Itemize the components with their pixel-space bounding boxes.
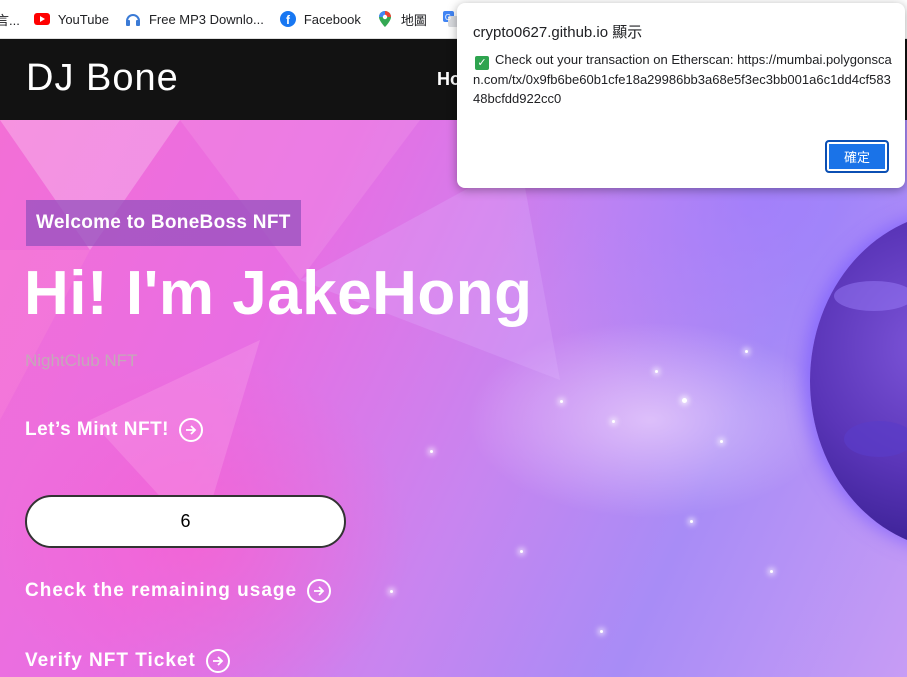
mint-nft-label: Let’s Mint NFT!: [25, 419, 169, 440]
mint-nft-link[interactable]: Let’s Mint NFT!: [25, 418, 203, 442]
bookmark-item-youtube[interactable]: YouTube: [33, 0, 109, 38]
mint-quantity-input[interactable]: [25, 495, 346, 548]
star: [770, 570, 773, 573]
hero-headline: Hi! I'm JakeHong: [24, 259, 533, 328]
bookmark-item-maps[interactable]: 地圖: [377, 0, 427, 38]
bookmark-item-1[interactable]: 言...: [0, 0, 20, 38]
brand-logo[interactable]: DJ Bone: [26, 57, 179, 100]
star: [720, 440, 723, 443]
hero-section: Welcome to BoneBoss NFT Hi! I'm JakeHong…: [0, 120, 907, 677]
welcome-badge: Welcome to BoneBoss NFT: [26, 200, 301, 246]
star: [612, 420, 615, 423]
bookmark-label: 言...: [0, 12, 20, 28]
star: [745, 350, 748, 353]
headphones-icon: [125, 11, 141, 27]
star: [430, 450, 433, 453]
bookmark-label: Free MP3 Downlo...: [148, 11, 264, 27]
star: [600, 630, 603, 633]
bookmark-item-facebook[interactable]: f Facebook: [279, 0, 361, 38]
arrow-right-circle-icon: [179, 418, 203, 442]
dialog-ok-button[interactable]: 確定: [825, 140, 889, 173]
dialog-title: crypto0627.github.io 顯示: [473, 24, 643, 41]
arrow-right-circle-icon: [205, 649, 230, 673]
bookmark-item-free-mp3[interactable]: Free MP3 Downlo...: [125, 0, 264, 38]
star: [690, 520, 693, 523]
youtube-icon: [33, 11, 50, 27]
facebook-icon: f: [279, 11, 296, 27]
check-remaining-usage-label: Check the remaining usage: [25, 580, 298, 601]
check-mark-icon: ✓: [475, 56, 489, 70]
hero-subtitle: NightClub NFT: [25, 351, 138, 370]
dialog-message-text: Check out your transaction on Etherscan:…: [473, 52, 892, 106]
verify-nft-ticket-link[interactable]: Verify NFT Ticket: [25, 649, 230, 673]
star: [655, 370, 658, 373]
star: [560, 400, 563, 403]
star: [520, 550, 523, 553]
verify-nft-ticket-label: Verify NFT Ticket: [25, 650, 196, 671]
alert-dialog: crypto0627.github.io 顯示 ✓ Check out your …: [457, 3, 905, 188]
svg-text:G: G: [445, 13, 451, 22]
dialog-message: ✓ Check out your transaction on Etherscan…: [473, 50, 893, 108]
bookmark-label: YouTube: [57, 11, 109, 27]
maps-pin-icon: [377, 11, 393, 27]
star: [682, 398, 687, 403]
bookmark-label: Facebook: [303, 11, 361, 27]
arrow-right-circle-icon: [307, 579, 332, 603]
star: [390, 590, 393, 593]
bookmark-label: 地圖: [400, 12, 427, 28]
check-remaining-usage-link[interactable]: Check the remaining usage: [25, 579, 332, 603]
